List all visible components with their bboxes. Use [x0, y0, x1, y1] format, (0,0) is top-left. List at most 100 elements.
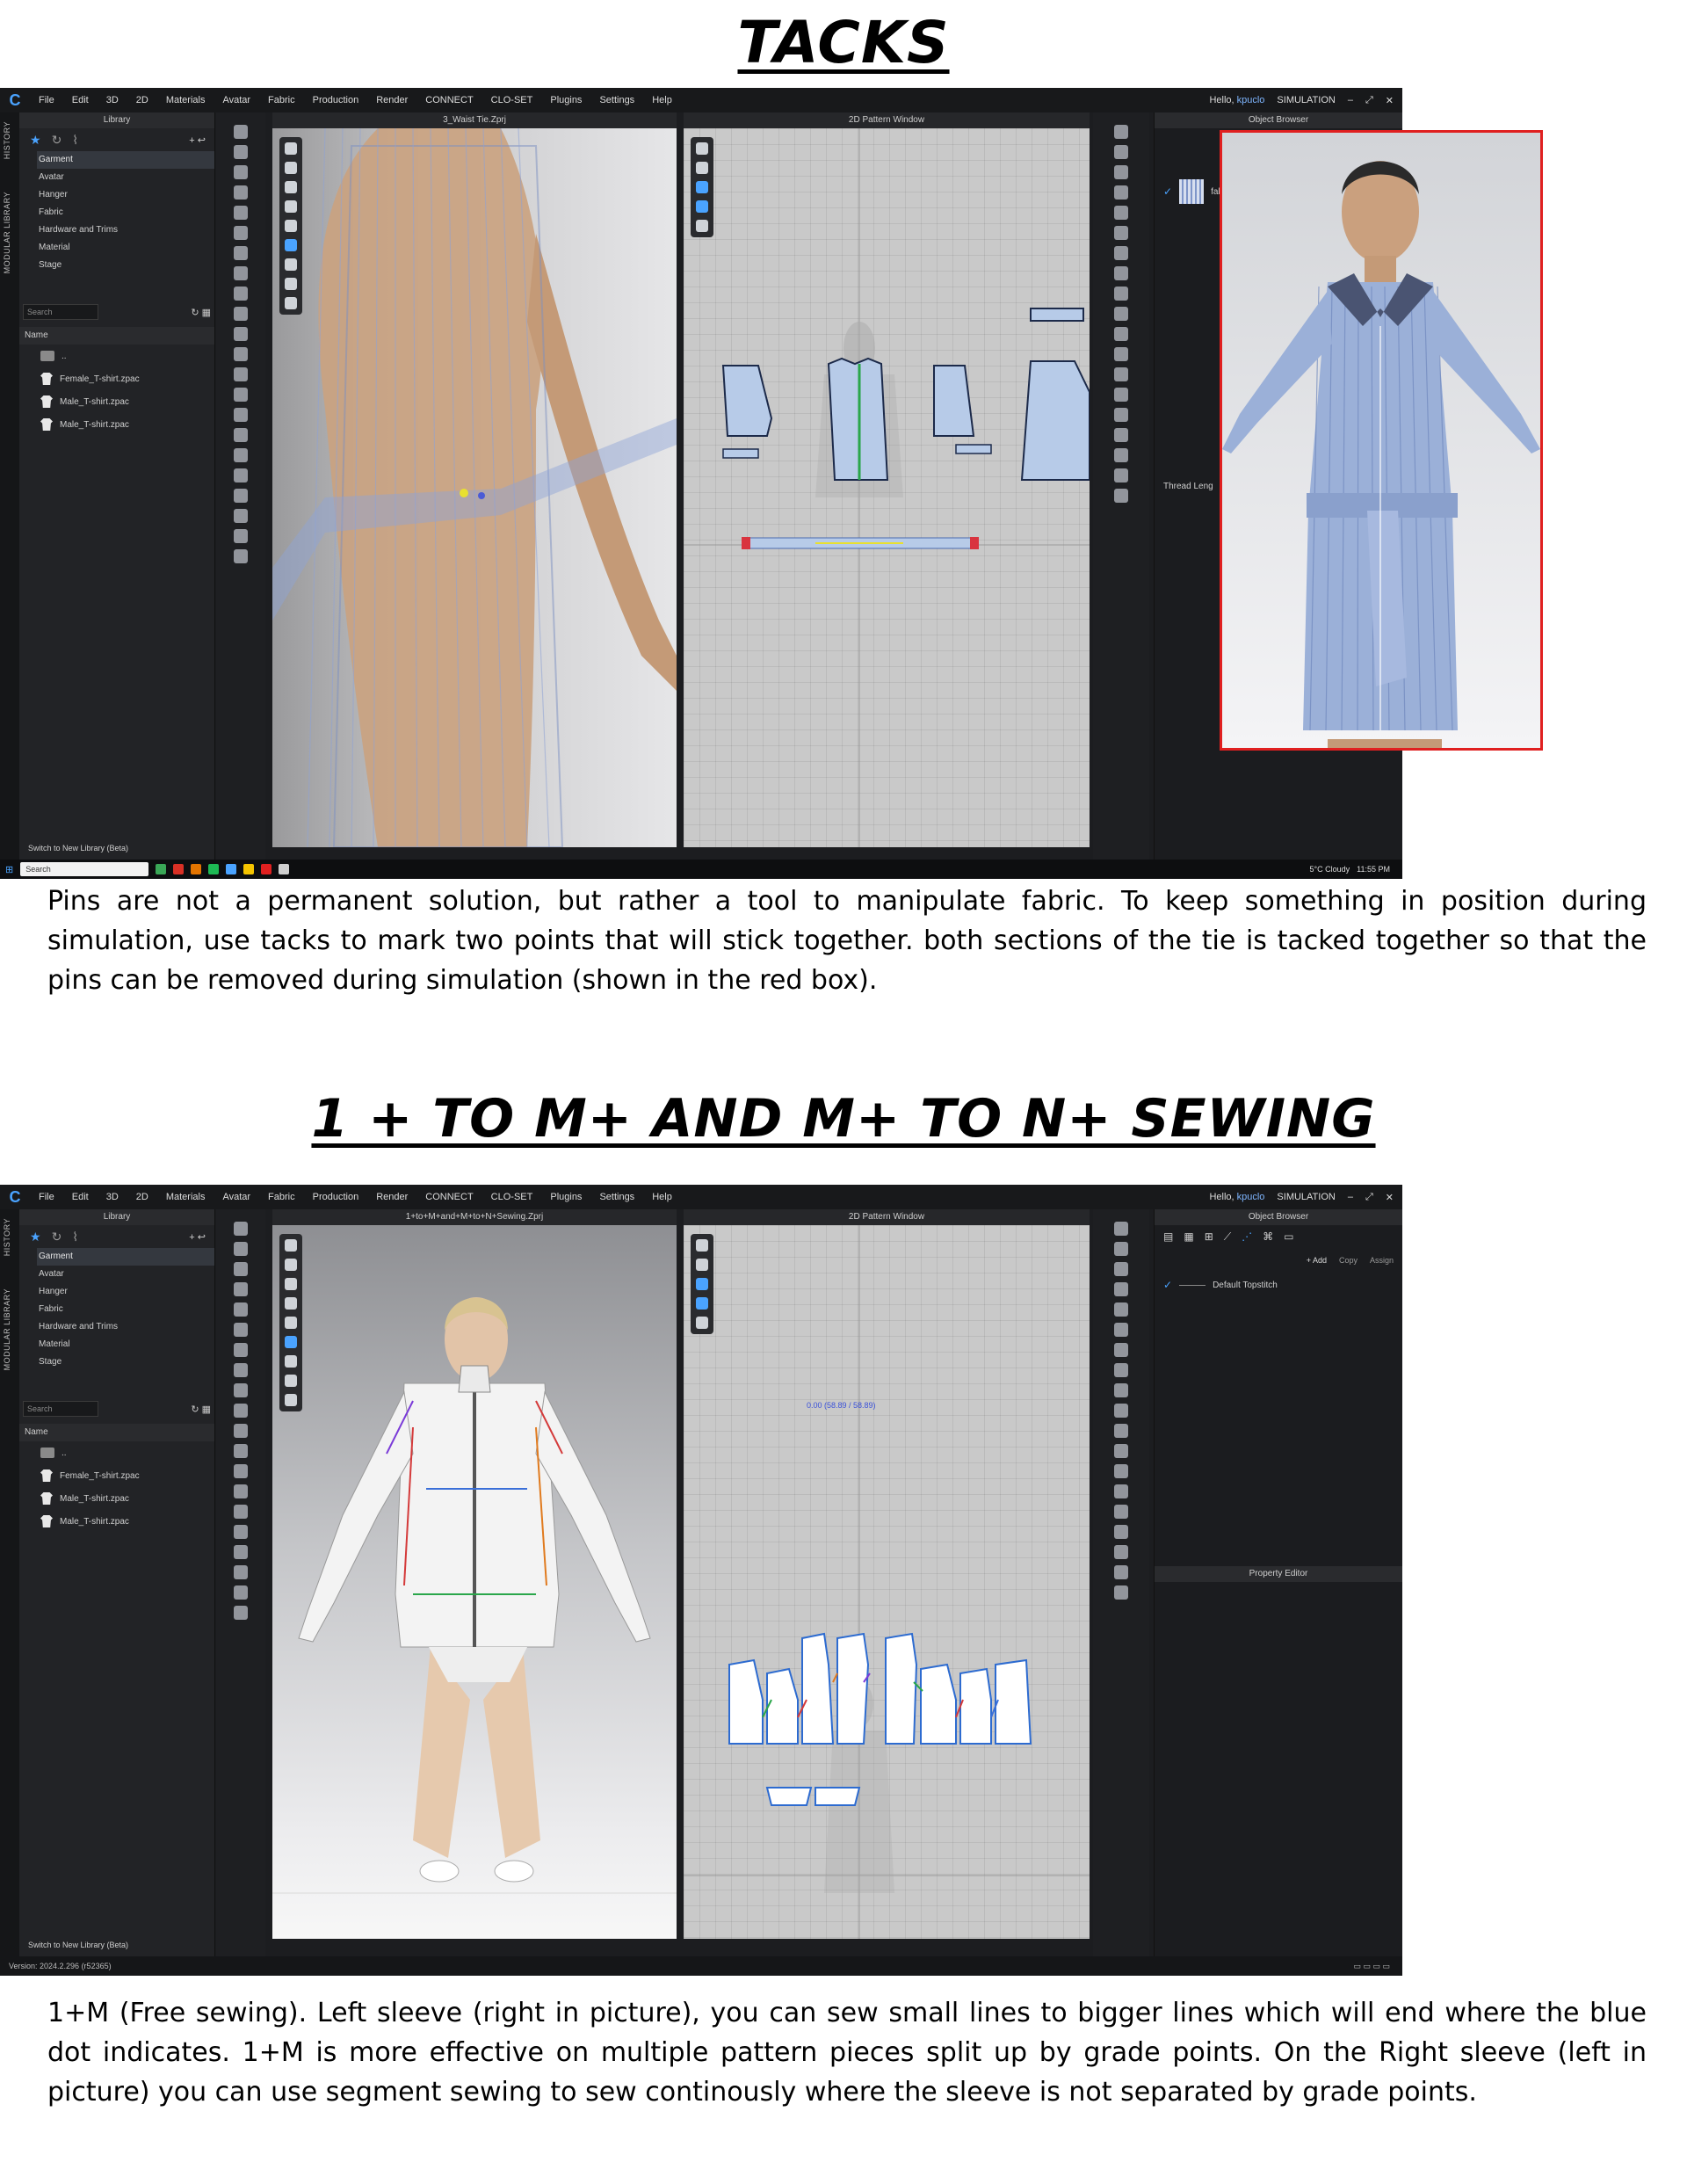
- assign-button[interactable]: Assign: [1370, 1256, 1394, 1265]
- tool-icon[interactable]: [234, 1505, 248, 1519]
- view-tool-icon[interactable]: [696, 200, 708, 213]
- tree-item-fabric[interactable]: Fabric: [19, 204, 214, 221]
- tool-icon[interactable]: [234, 1343, 248, 1357]
- tool-icon[interactable]: [1114, 145, 1128, 159]
- tool-icon[interactable]: [1114, 185, 1128, 200]
- file-row-parent[interactable]: ..: [19, 1441, 214, 1464]
- avatar-toggle-icon[interactable]: [285, 1375, 297, 1387]
- tool-icon[interactable]: [234, 1606, 248, 1620]
- tool-icon[interactable]: [1114, 206, 1128, 220]
- tool-icon[interactable]: [1114, 1222, 1128, 1236]
- clock[interactable]: 11:55 PM: [1357, 865, 1390, 874]
- copy-button[interactable]: Copy: [1339, 1256, 1358, 1265]
- view-tool-icon[interactable]: [696, 162, 708, 174]
- menu-plugins[interactable]: Plugins: [541, 95, 590, 105]
- view-tool-icon[interactable]: [285, 239, 297, 251]
- tab-modular-library[interactable]: MODULAR LIBRARY: [3, 1288, 17, 1370]
- star-icon[interactable]: ★: [30, 133, 41, 148]
- view-tool-icon[interactable]: [696, 1297, 708, 1310]
- tool-icon[interactable]: [234, 408, 248, 422]
- app-icon[interactable]: [156, 864, 167, 874]
- windows-start-icon[interactable]: ⊞: [5, 864, 13, 875]
- view-tool-icon[interactable]: [696, 1239, 708, 1252]
- add-topstitch-button[interactable]: + Add: [1307, 1256, 1327, 1265]
- menu-clo-set[interactable]: CLO-SET: [482, 1192, 542, 1202]
- tool-icon[interactable]: [1114, 1444, 1128, 1458]
- tool-icon[interactable]: [234, 549, 248, 563]
- tool-icon[interactable]: [1114, 327, 1128, 341]
- refresh-icon[interactable]: ↻ ▦: [191, 307, 211, 318]
- tree-item-avatar[interactable]: Avatar: [19, 1266, 214, 1283]
- tool-icon[interactable]: [1114, 1525, 1128, 1539]
- tree-item-fabric[interactable]: Fabric: [19, 1301, 214, 1318]
- username-link[interactable]: kpuclo: [1237, 95, 1265, 105]
- tool-icon[interactable]: [1114, 1505, 1128, 1519]
- menu-2d[interactable]: 2D: [127, 95, 157, 105]
- tool-icon[interactable]: [1114, 1363, 1128, 1377]
- tool-icon[interactable]: [234, 1484, 248, 1498]
- tool-icon[interactable]: [1114, 448, 1128, 462]
- app-icon[interactable]: [208, 864, 220, 874]
- tool-icon[interactable]: [234, 165, 248, 179]
- taskbar-search-input[interactable]: Search: [20, 862, 149, 876]
- 3d-viewport[interactable]: [272, 1225, 677, 1939]
- menu-edit[interactable]: Edit: [63, 1192, 98, 1202]
- tool-icon[interactable]: [234, 287, 248, 301]
- tool-icon[interactable]: [234, 388, 248, 402]
- menu-settings[interactable]: Settings: [590, 1192, 643, 1202]
- menu-help[interactable]: Help: [643, 95, 681, 105]
- tool-icon[interactable]: [234, 1323, 248, 1337]
- add-icon[interactable]: + ↩: [189, 134, 206, 146]
- view-tool-icon[interactable]: [285, 220, 297, 232]
- tool-icon[interactable]: [234, 1565, 248, 1579]
- menu-production[interactable]: Production: [304, 1192, 368, 1202]
- view-tool-icon[interactable]: [285, 162, 297, 174]
- tool-icon[interactable]: [1114, 1343, 1128, 1357]
- tool-icon[interactable]: [1114, 1242, 1128, 1256]
- tree-item-stage[interactable]: Stage: [19, 257, 214, 274]
- refresh-icon[interactable]: ↻: [52, 133, 62, 148]
- tab-history[interactable]: HISTORY: [3, 121, 17, 159]
- view-tool-icon[interactable]: [696, 220, 708, 232]
- tool-icon[interactable]: [234, 1444, 248, 1458]
- view-tool-icon[interactable]: [285, 142, 297, 155]
- view-tool-icon[interactable]: [285, 1278, 297, 1290]
- tool-icon[interactable]: [234, 226, 248, 240]
- tool-icon[interactable]: [1114, 307, 1128, 321]
- tool-icon[interactable]: [1114, 1585, 1128, 1600]
- view-tool-icon[interactable]: [696, 142, 708, 155]
- 2d-pattern-window[interactable]: 0.00 (58.89 / 58.89): [684, 1225, 1090, 1939]
- maximize-icon[interactable]: ⤢: [1365, 1192, 1373, 1203]
- mode-selector[interactable]: SIMULATION: [1277, 1192, 1335, 1202]
- tree-item-avatar[interactable]: Avatar: [19, 169, 214, 186]
- file-row[interactable]: Female_T-shirt.zpac: [19, 1464, 214, 1487]
- app-icon[interactable]: [243, 864, 255, 874]
- tool-icon[interactable]: [1114, 266, 1128, 280]
- tool-icon[interactable]: [1114, 125, 1128, 139]
- tool-icon[interactable]: [1114, 1464, 1128, 1478]
- menu-production[interactable]: Production: [304, 95, 368, 105]
- menu-clo-set[interactable]: CLO-SET: [482, 95, 542, 105]
- star-icon[interactable]: ★: [30, 1230, 41, 1244]
- tool-icon[interactable]: [1114, 1484, 1128, 1498]
- tool-icon[interactable]: [1114, 246, 1128, 260]
- tool-icon[interactable]: [234, 1242, 248, 1256]
- library-search-input[interactable]: Search: [23, 1401, 98, 1417]
- move-tool-icon[interactable]: [234, 145, 248, 159]
- icon[interactable]: ⟋: [1224, 1230, 1231, 1244]
- app-icon[interactable]: [173, 864, 185, 874]
- tool-icon[interactable]: [1114, 1424, 1128, 1438]
- tool-icon[interactable]: [1114, 489, 1128, 503]
- select-tool-icon[interactable]: [234, 125, 248, 139]
- view-tool-icon[interactable]: [285, 1297, 297, 1310]
- view-tool-icon[interactable]: [285, 1336, 297, 1348]
- tool-icon[interactable]: [1114, 347, 1128, 361]
- name-column-header[interactable]: Name: [19, 1424, 214, 1441]
- file-row-parent[interactable]: ..: [19, 345, 214, 367]
- mode-selector[interactable]: SIMULATION: [1277, 95, 1335, 105]
- view-tool-icon[interactable]: [285, 1259, 297, 1271]
- tool-icon[interactable]: [1114, 388, 1128, 402]
- menu-help[interactable]: Help: [643, 1192, 681, 1202]
- tool-icon[interactable]: [1114, 1404, 1128, 1418]
- view-tool-icon[interactable]: [285, 200, 297, 213]
